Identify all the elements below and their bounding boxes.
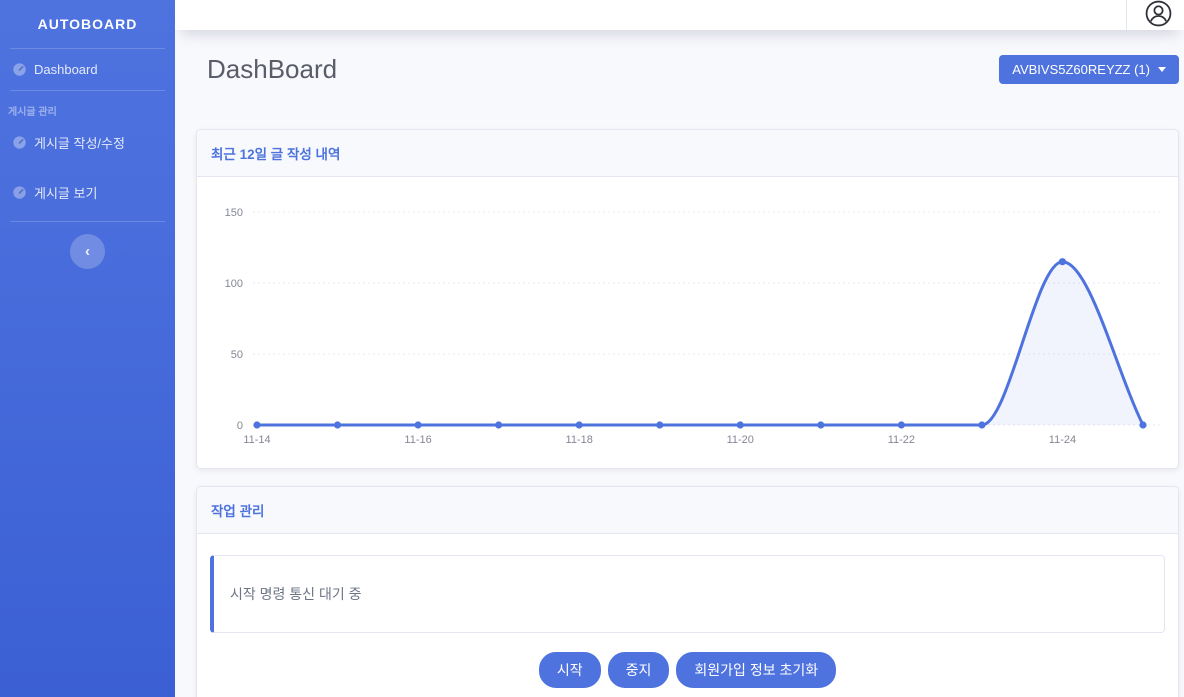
account-dropdown-button[interactable]: AVBIVS5Z60REYZZ (1) <box>999 55 1179 84</box>
chevron-left-icon: ‹ <box>85 243 90 260</box>
stop-button[interactable]: 중지 <box>608 652 670 688</box>
chart-card-title: 최근 12일 글 작성 내역 <box>197 130 1178 177</box>
page-content: DashBoard AVBIVS5Z60REYZZ (1) 최근 12일 글 작… <box>175 30 1184 697</box>
user-menu-button[interactable] <box>1145 0 1172 30</box>
svg-text:11-16: 11-16 <box>404 434 431 446</box>
sidebar-item-label: Dashboard <box>34 62 98 77</box>
sidebar-item-dashboard[interactable]: Dashboard <box>0 49 175 90</box>
reset-signup-info-button[interactable]: 회원가입 정보 초기화 <box>676 652 836 688</box>
recent-posts-chart-card: 최근 12일 글 작성 내역 0 50 100 150 11-14 11-16 11-18 1… <box>196 129 1179 469</box>
page-title: DashBoard <box>207 54 337 85</box>
tachometer-icon <box>12 185 27 200</box>
svg-text:50: 50 <box>231 349 243 361</box>
svg-text:11-14: 11-14 <box>243 434 270 446</box>
account-dropdown-label: AVBIVS5Z60REYZZ (1) <box>1012 62 1150 77</box>
svg-text:100: 100 <box>225 278 243 290</box>
sidebar-item-label: 게시글 작성/수정 <box>34 133 125 152</box>
tachometer-icon <box>12 62 27 77</box>
posts-line-chart: 0 50 100 150 11-14 11-16 11-18 11-20 11-22 11-24 <box>197 177 1178 468</box>
main-area: DashBoard AVBIVS5Z60REYZZ (1) 최근 12일 글 작… <box>175 0 1184 697</box>
topbar-divider <box>1126 0 1127 30</box>
svg-text:0: 0 <box>237 420 243 432</box>
job-card-body: 시작 명령 통신 대기 중 시작 중지 회원가입 정보 초기화 <box>197 534 1178 688</box>
user-avatar-icon <box>1145 0 1172 30</box>
svg-text:11-20: 11-20 <box>727 434 754 446</box>
sidebar-item-label: 게시글 보기 <box>34 183 97 202</box>
job-management-card: 작업 관리 시작 명령 통신 대기 중 시작 중지 회원가입 정보 초기화 <box>196 486 1179 697</box>
job-buttons-row: 시작 중지 회원가입 정보 초기화 <box>210 652 1165 688</box>
start-button[interactable]: 시작 <box>539 652 601 688</box>
chevron-down-icon <box>1158 67 1166 72</box>
sidebar-item-post-view[interactable]: 게시글 보기 <box>0 170 175 215</box>
svg-text:11-22: 11-22 <box>888 434 915 446</box>
svg-text:150: 150 <box>225 207 243 219</box>
sidebar: AUTOBOARD Dashboard 게시글 관리 게시글 작성/수정 <box>0 0 175 697</box>
job-status-message: 시작 명령 통신 대기 중 <box>230 584 361 604</box>
topbar <box>175 0 1184 30</box>
sidebar-collapse-area: ‹ <box>0 222 175 269</box>
svg-text:11-24: 11-24 <box>1049 434 1076 446</box>
svg-text:11-18: 11-18 <box>566 434 593 446</box>
job-status-box: 시작 명령 통신 대기 중 <box>210 555 1165 633</box>
app-root: AUTOBOARD Dashboard 게시글 관리 게시글 작성/수정 <box>0 0 1184 697</box>
tachometer-icon <box>12 135 27 150</box>
sidebar-collapse-button[interactable]: ‹ <box>70 234 105 269</box>
sidebar-section-heading: 게시글 관리 <box>0 91 175 120</box>
job-card-title: 작업 관리 <box>197 487 1178 534</box>
page-header: DashBoard AVBIVS5Z60REYZZ (1) <box>196 54 1179 85</box>
sidebar-item-post-edit[interactable]: 게시글 작성/수정 <box>0 120 175 165</box>
brand-title[interactable]: AUTOBOARD <box>0 0 175 48</box>
